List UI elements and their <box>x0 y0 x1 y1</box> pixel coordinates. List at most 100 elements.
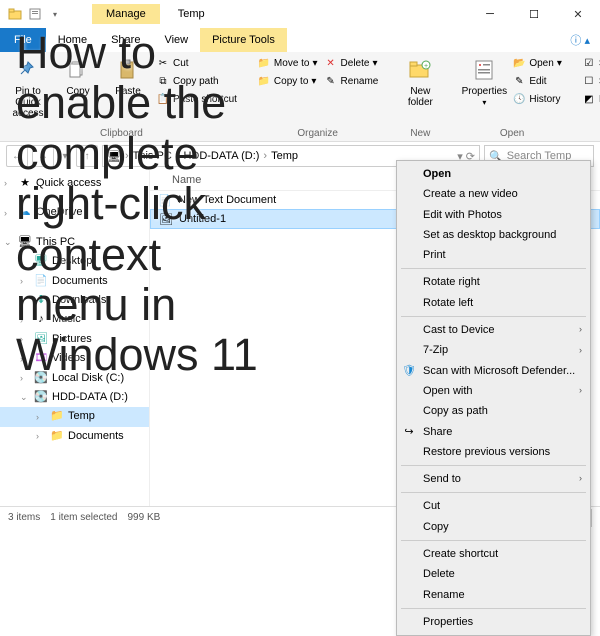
ctx-cast[interactable]: Cast to Device› <box>397 320 590 340</box>
tree-documents[interactable]: ›📄Documents <box>0 272 149 291</box>
recent-dropdown[interactable]: ▾ <box>58 145 72 167</box>
shield-icon: 🛡 <box>402 364 416 378</box>
copy-path-button[interactable]: ⧉Copy path <box>156 74 237 90</box>
ribbon-group-clipboard: Pin to Quick access Copy Paste ✂Cut ⧉Cop… <box>6 56 237 139</box>
folder-icon <box>8 7 22 21</box>
tree-quick-access[interactable]: ›★Quick access <box>0 174 149 193</box>
ctx-copy-path[interactable]: Copy as path <box>397 401 590 421</box>
folder-icon: 📁 <box>50 410 64 424</box>
separator <box>401 540 586 541</box>
file-tab[interactable]: File <box>0 28 46 52</box>
ctx-delete[interactable]: Delete <box>397 564 590 584</box>
properties-button[interactable]: Properties▾ <box>462 56 506 108</box>
ribbon: Pin to Quick access Copy Paste ✂Cut ⧉Cop… <box>0 52 600 142</box>
ctx-edit-photos[interactable]: Edit with Photos <box>397 205 590 225</box>
chevron-down-icon[interactable]: ▾ <box>48 7 62 21</box>
tree-temp[interactable]: ›📁Temp <box>0 407 149 426</box>
ctx-share[interactable]: ↪Share <box>397 422 590 442</box>
delete-button[interactable]: ✕Delete ▾ <box>324 56 379 72</box>
ctx-defender[interactable]: 🛡Scan with Microsoft Defender... <box>397 361 590 381</box>
tab-share[interactable]: Share <box>99 28 152 52</box>
ribbon-group-new: + New folder New <box>398 56 442 139</box>
ctx-send-to[interactable]: Send to› <box>397 469 590 489</box>
copy-path-icon: ⧉ <box>156 75 170 89</box>
tab-view[interactable]: View <box>152 28 200 52</box>
minimize-button[interactable]: ─ <box>468 0 512 28</box>
folder-icon: 📁 <box>50 429 64 443</box>
new-folder-button[interactable]: + New folder <box>398 56 442 108</box>
tree-videos[interactable]: ›🎞Videos <box>0 349 149 368</box>
tab-home[interactable]: Home <box>46 28 99 52</box>
ctx-rotate-right[interactable]: Rotate right <box>397 272 590 292</box>
select-none-button[interactable]: ☐Select none <box>582 74 600 90</box>
ctx-open[interactable]: Open <box>397 164 590 184</box>
rename-button[interactable]: ✎Rename <box>324 74 379 90</box>
tab-picture-tools[interactable]: Picture Tools <box>200 28 287 52</box>
history-button[interactable]: 🕓History <box>512 92 562 108</box>
tree-pictures[interactable]: ›🖼Pictures <box>0 330 149 349</box>
tree-desktop[interactable]: ›🖥Desktop <box>0 252 149 271</box>
ctx-cut[interactable]: Cut <box>397 496 590 516</box>
new-folder-icon: + <box>408 56 432 84</box>
ctx-rename[interactable]: Rename <box>397 585 590 605</box>
status-size: 999 KB <box>128 512 161 523</box>
ribbon-group-label: New <box>410 127 430 139</box>
ribbon-group-label: Open <box>500 127 524 139</box>
ctx-print[interactable]: Print <box>397 245 590 265</box>
ctx-copy[interactable]: Copy <box>397 517 590 537</box>
up-button[interactable]: ↑ <box>76 145 98 167</box>
pc-icon: 🖥 <box>18 235 32 249</box>
ctx-rotate-left[interactable]: Rotate left <box>397 293 590 313</box>
paste-button[interactable]: Paste <box>106 56 150 97</box>
ctx-open-with[interactable]: Open with› <box>397 381 590 401</box>
context-menu: Open Create a new video Edit with Photos… <box>396 160 591 636</box>
pictures-icon: 🖼 <box>34 332 48 346</box>
crumb-drive[interactable]: HDD-DATA (D:) <box>183 150 259 162</box>
paste-shortcut-button[interactable]: 📋Paste shortcut <box>156 92 237 108</box>
crumb-folder[interactable]: Temp <box>271 150 298 162</box>
move-to-button[interactable]: 📁Move to ▾ <box>257 56 318 72</box>
help-icon[interactable]: ⓘ ▴ <box>560 28 600 52</box>
ribbon-group-label: Organize <box>297 127 338 139</box>
tree-local-disk[interactable]: ›💽Local Disk (C:) <box>0 369 149 388</box>
tree-thispc[interactable]: ⌄🖥This PC <box>0 233 149 252</box>
tree-downloads[interactable]: ›⬇Downloads <box>0 291 149 310</box>
back-button[interactable]: ← <box>6 145 28 167</box>
pin-button[interactable]: Pin to Quick access <box>6 56 50 119</box>
ctx-restore[interactable]: Restore previous versions <box>397 442 590 462</box>
edit-button[interactable]: ✎Edit <box>512 74 562 90</box>
cut-icon: ✂ <box>156 57 170 71</box>
separator <box>401 465 586 466</box>
properties-icon <box>474 56 494 84</box>
forward-button[interactable]: → <box>32 145 54 167</box>
copy-button[interactable]: Copy <box>56 56 100 97</box>
properties-icon[interactable] <box>28 7 42 21</box>
ribbon-group-label: Clipboard <box>100 127 143 139</box>
ctx-set-bg[interactable]: Set as desktop background <box>397 225 590 245</box>
close-button[interactable]: ✕ <box>556 0 600 28</box>
nav-tree[interactable]: ›★Quick access ›☁OneDrive ⌄🖥This PC ›🖥De… <box>0 170 150 506</box>
ctx-properties[interactable]: Properties <box>397 612 590 632</box>
ctx-create-video[interactable]: Create a new video <box>397 184 590 204</box>
invert-icon: ◩ <box>582 93 596 107</box>
select-none-icon: ☐ <box>582 75 596 89</box>
copy-to-button[interactable]: 📁Copy to ▾ <box>257 74 318 90</box>
downloads-icon: ⬇ <box>34 294 48 308</box>
crumb-thispc[interactable]: This PC <box>133 150 172 162</box>
status-selected: 1 item selected <box>50 512 117 523</box>
tree-data-disk[interactable]: ⌄💽HDD-DATA (D:) <box>0 388 149 407</box>
maximize-button[interactable]: ☐ <box>512 0 556 28</box>
star-icon: ★ <box>18 177 32 191</box>
tree-folder2[interactable]: ›📁Documents <box>0 427 149 446</box>
ctx-create-shortcut[interactable]: Create shortcut <box>397 544 590 564</box>
tree-onedrive[interactable]: ›☁OneDrive <box>0 203 149 222</box>
title-bar: ▾ Manage Temp ─ ☐ ✕ <box>0 0 600 28</box>
pin-icon <box>17 56 39 84</box>
tree-music[interactable]: ›♪Music <box>0 310 149 329</box>
ctx-7zip[interactable]: 7-Zip› <box>397 340 590 360</box>
invert-selection-button[interactable]: ◩Invert selection <box>582 92 600 108</box>
select-all-button[interactable]: ☑Select all <box>582 56 600 72</box>
contextual-tab-manage[interactable]: Manage <box>92 4 160 24</box>
cut-button[interactable]: ✂Cut <box>156 56 237 72</box>
open-item-button[interactable]: 📂Open ▾ <box>512 56 562 72</box>
